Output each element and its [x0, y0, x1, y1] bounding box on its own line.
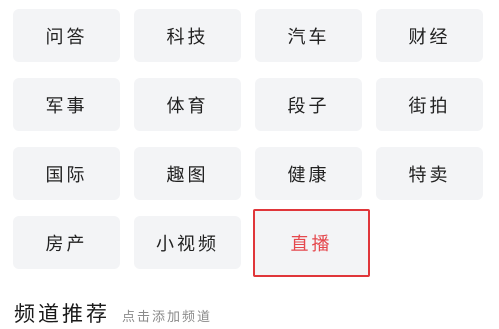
channel-tile-temai[interactable]: 特卖 — [376, 147, 483, 200]
channel-recommend-title: 频道推荐 — [14, 302, 110, 326]
channel-tile-guoji[interactable]: 国际 — [13, 147, 120, 200]
channel-tile-qiche[interactable]: 汽车 — [255, 9, 362, 62]
channel-tile-jiepai[interactable]: 街拍 — [376, 78, 483, 131]
channel-tile-fangchan[interactable]: 房产 — [13, 216, 120, 269]
channel-tile-zhibo[interactable]: 直播 — [253, 209, 370, 277]
channel-tile-xiaoshipin[interactable]: 小视频 — [134, 216, 241, 269]
channel-tile-tiyu[interactable]: 体育 — [134, 78, 241, 131]
channel-grid: 问答 科技 汽车 财经 军事 体育 段子 街拍 国际 趣图 健康 特卖 房产 小… — [0, 0, 499, 290]
channel-recommend-hint: 点击添加频道 — [122, 310, 213, 325]
channel-tile-qutu[interactable]: 趣图 — [134, 147, 241, 200]
channel-tile-jiankang[interactable]: 健康 — [255, 147, 362, 200]
channel-tile-caijing[interactable]: 财经 — [376, 9, 483, 62]
channel-tile-wenda[interactable]: 问答 — [13, 9, 120, 62]
channel-tile-duanzi[interactable]: 段子 — [255, 78, 362, 131]
channel-tile-junshi[interactable]: 军事 — [13, 78, 120, 131]
channel-tile-keji[interactable]: 科技 — [134, 9, 241, 62]
channel-recommend-header: 频道推荐 点击添加频道 — [14, 298, 212, 326]
